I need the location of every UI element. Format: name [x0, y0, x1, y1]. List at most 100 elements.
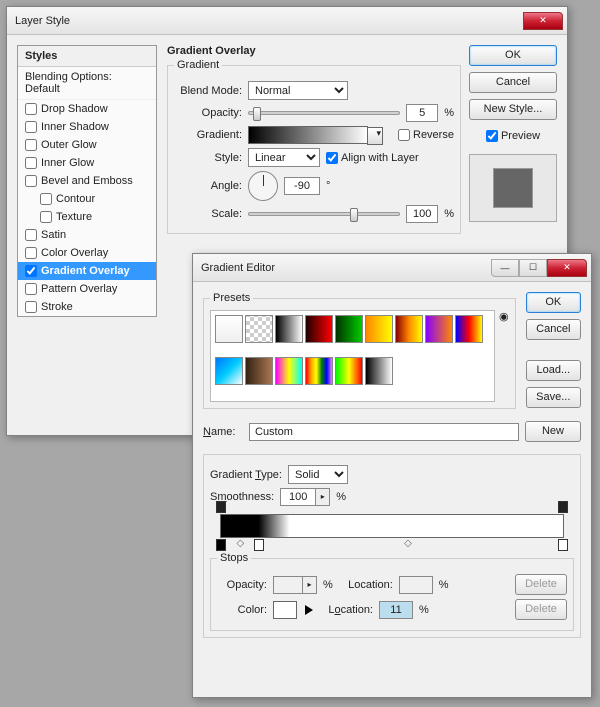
opacity-slider[interactable] — [248, 111, 400, 115]
color-picker-icon[interactable] — [305, 605, 313, 615]
style-select[interactable]: Linear — [248, 148, 320, 167]
style-item[interactable]: Contour — [18, 190, 156, 208]
scale-label: Scale: — [174, 208, 242, 220]
scale-slider[interactable] — [248, 212, 400, 216]
pct-label: % — [444, 208, 454, 220]
preset-swatch[interactable] — [215, 357, 243, 385]
color-stop[interactable] — [254, 539, 264, 551]
color-stop[interactable] — [558, 539, 568, 551]
style-item[interactable]: Drop Shadow — [18, 100, 156, 118]
midpoint-icon[interactable] — [237, 537, 247, 549]
preset-swatch[interactable] — [305, 357, 333, 385]
ok-button[interactable]: OK — [469, 45, 557, 66]
dialog-title: Gradient Editor — [201, 262, 491, 274]
section-title: Gradient Overlay — [167, 45, 459, 57]
angle-dial[interactable] — [248, 171, 278, 201]
delete-button: Delete — [515, 574, 567, 595]
style-item[interactable]: Inner Shadow — [18, 118, 156, 136]
cancel-button[interactable]: Cancel — [526, 319, 581, 340]
midpoint-icon[interactable] — [404, 537, 414, 549]
preset-swatch[interactable] — [335, 315, 363, 343]
pct-label: % — [444, 107, 454, 119]
style-item[interactable]: Pattern Overlay — [18, 280, 156, 298]
color-label: Color: — [217, 604, 267, 616]
delete-button: Delete — [515, 599, 567, 620]
gradient-edit-group: Gradient Type: Solid Smoothness: ▸ % — [203, 454, 581, 638]
gradient-bar[interactable] — [220, 514, 564, 538]
name-input[interactable] — [249, 423, 519, 441]
preview-box — [469, 154, 557, 222]
minimize-icon[interactable]: — — [491, 259, 519, 277]
preset-swatch[interactable] — [245, 357, 273, 385]
save-button[interactable]: Save... — [526, 387, 581, 408]
style-item[interactable]: Outer Glow — [18, 136, 156, 154]
preset-swatch[interactable] — [455, 315, 483, 343]
color-location-input[interactable] — [379, 601, 413, 619]
blending-options[interactable]: Blending Options: Default — [18, 67, 156, 100]
gradient-type-select[interactable]: Solid — [288, 465, 348, 484]
style-item[interactable]: Texture — [18, 208, 156, 226]
opacity-label: Opacity: — [174, 107, 242, 119]
color-stop[interactable] — [216, 539, 226, 551]
titlebar[interactable]: Layer Style ✕ — [7, 7, 567, 35]
close-icon[interactable]: ✕ — [547, 259, 587, 277]
style-label: Style: — [174, 152, 242, 164]
presets-list — [210, 310, 495, 402]
stops-group: Stops Opacity: ▸ % Location: % Delete Co… — [210, 552, 574, 631]
preset-swatch[interactable] — [305, 315, 333, 343]
pct-label: % — [336, 491, 346, 503]
preset-swatch[interactable] — [245, 315, 273, 343]
style-item[interactable]: Satin — [18, 226, 156, 244]
dialog-title: Layer Style — [15, 15, 523, 27]
degree-label: ° — [326, 180, 330, 192]
blend-mode-label: Blend Mode: — [174, 85, 242, 97]
opacity-input[interactable] — [406, 104, 438, 122]
stop-location-input — [399, 576, 433, 594]
ok-button[interactable]: OK — [526, 292, 581, 313]
gradient-label: Gradient: — [174, 129, 242, 141]
pct-label: % — [323, 579, 333, 591]
preset-swatch[interactable] — [275, 357, 303, 385]
opacity-stop[interactable] — [216, 501, 226, 513]
preset-swatch[interactable] — [365, 315, 393, 343]
preset-swatch[interactable] — [215, 315, 243, 343]
align-checkbox[interactable]: Align with Layer — [326, 152, 419, 164]
preview-checkbox[interactable]: Preview — [469, 130, 557, 142]
styles-list: Styles Blending Options: Default Drop Sh… — [17, 45, 157, 317]
style-item[interactable]: Inner Glow — [18, 154, 156, 172]
style-item[interactable]: Bevel and Emboss — [18, 172, 156, 190]
style-item[interactable]: Stroke — [18, 298, 156, 316]
gradient-swatch[interactable] — [248, 126, 368, 144]
style-item[interactable]: Gradient Overlay — [18, 262, 156, 280]
titlebar[interactable]: Gradient Editor — ☐ ✕ — [193, 254, 591, 282]
new-style-button[interactable]: New Style... — [469, 99, 557, 120]
styles-header[interactable]: Styles — [18, 46, 156, 67]
presets-legend: Presets — [210, 292, 253, 304]
opacity-stop[interactable] — [558, 501, 568, 513]
opacity-label: Opacity: — [217, 579, 267, 591]
angle-input[interactable] — [284, 177, 320, 195]
color-swatch[interactable] — [273, 601, 297, 619]
gradient-legend: Gradient — [174, 59, 222, 71]
new-button[interactable]: New — [525, 421, 581, 442]
smoothness-spinner[interactable]: ▸ — [280, 488, 330, 506]
angle-label: Angle: — [174, 180, 242, 192]
preset-swatch[interactable] — [425, 315, 453, 343]
maximize-icon[interactable]: ☐ — [519, 259, 547, 277]
preset-swatch[interactable] — [365, 357, 393, 385]
location-label: Location: — [339, 579, 393, 591]
gradient-group: Gradient Blend Mode: Normal Opacity: % G… — [167, 59, 461, 234]
scale-input[interactable] — [406, 205, 438, 223]
load-button[interactable]: Load... — [526, 360, 581, 381]
gradient-editor-dialog: Gradient Editor — ☐ ✕ Presets ◉ OK Cance… — [192, 253, 592, 698]
cancel-button[interactable]: Cancel — [469, 72, 557, 93]
blend-mode-select[interactable]: Normal — [248, 81, 348, 100]
reverse-checkbox[interactable]: Reverse — [398, 129, 454, 141]
style-item[interactable]: Color Overlay — [18, 244, 156, 262]
preset-swatch[interactable] — [275, 315, 303, 343]
pct-label: % — [439, 579, 449, 591]
close-icon[interactable]: ✕ — [523, 12, 563, 30]
preset-swatch[interactable] — [335, 357, 363, 385]
presets-menu-icon[interactable]: ◉ — [499, 310, 509, 323]
preset-swatch[interactable] — [395, 315, 423, 343]
